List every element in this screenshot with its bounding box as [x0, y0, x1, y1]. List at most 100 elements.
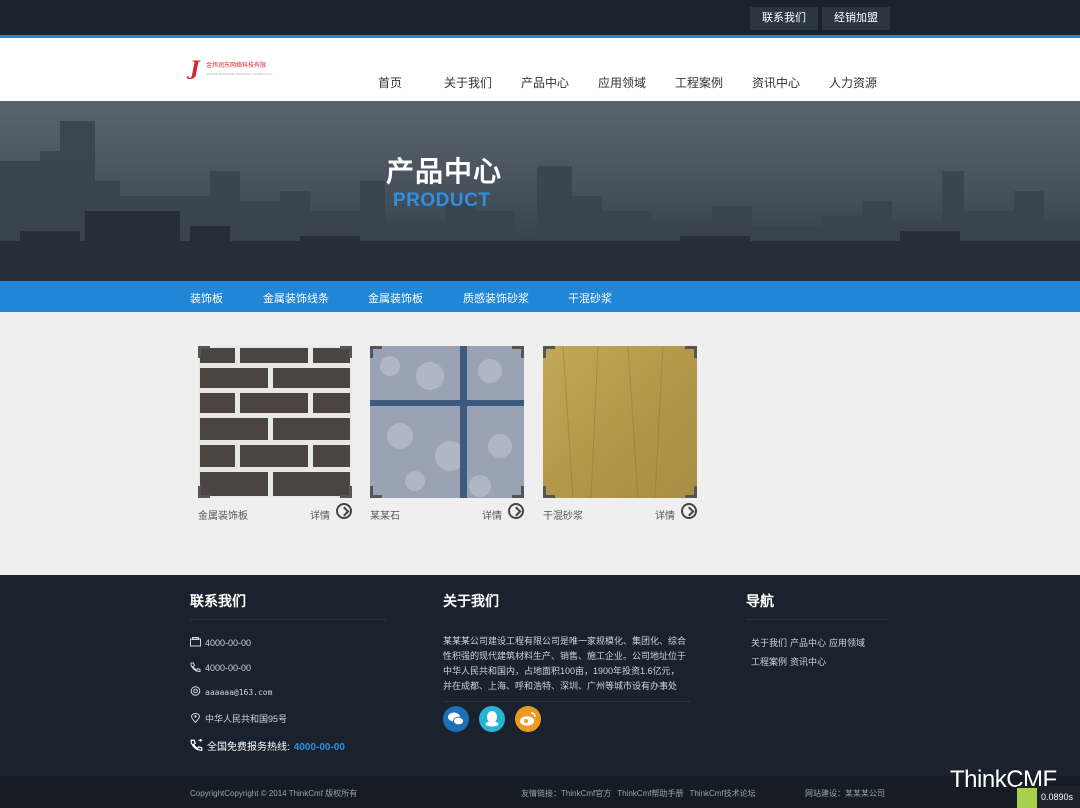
- location-pin-icon: [190, 713, 201, 723]
- weibo-icon: [520, 712, 536, 726]
- frame-corner: [685, 346, 697, 358]
- category-texture-mortar[interactable]: 质感装饰砂浆: [463, 290, 529, 306]
- qq-icon: [485, 711, 499, 727]
- nav-item-about[interactable]: 关于我们: [444, 74, 492, 91]
- contact-address: 中华人民共和国95号: [190, 712, 287, 725]
- contact-address-value: 中华人民共和国95号: [205, 714, 288, 724]
- nav-item-hr[interactable]: 人力资源: [829, 74, 877, 91]
- contact-us-button[interactable]: 联系我们: [750, 7, 818, 30]
- contact-hotline: 全国免费报务热线: 4000-00-00: [190, 738, 345, 753]
- divider: [746, 619, 889, 620]
- debug-timer-value: 0.0890s: [1041, 792, 1074, 802]
- phone-call-icon: [190, 739, 203, 751]
- site-header: J 金炜润东网络科技有限 JINGWEI RUNDONG NETWORK TEC…: [0, 38, 1080, 101]
- footer-nav-products[interactable]: 产品中心: [790, 636, 826, 649]
- copyright-text: CopyrightCopyright © 2014 ThinkCmf 版权所有: [190, 789, 358, 798]
- contact-fax: 4000-00-00: [190, 637, 251, 648]
- friend-links-label: 友情链接：: [521, 789, 561, 798]
- product-detail-link[interactable]: 详情: [482, 507, 502, 522]
- nav-item-home[interactable]: 首页: [378, 74, 402, 91]
- at-icon: [190, 686, 201, 696]
- dealer-join-button[interactable]: 经销加盟: [822, 7, 890, 30]
- product-list: 金属装饰板 详情 某某石 详情 干混砂浆 详情: [0, 312, 1080, 575]
- phone-icon: [190, 662, 201, 672]
- product-image[interactable]: [198, 346, 352, 498]
- product-detail-link[interactable]: 详情: [655, 507, 675, 522]
- footer-nav-news[interactable]: 资讯中心: [790, 655, 826, 668]
- divider: [443, 701, 690, 702]
- brick-texture-image: [198, 346, 352, 498]
- frame-corner: [340, 346, 352, 358]
- product-name[interactable]: 金属装饰板: [198, 507, 248, 522]
- fax-icon: [190, 637, 201, 647]
- link-thinkcmf-forum[interactable]: ThinkCmf技术论坛: [689, 789, 755, 798]
- frame-corner: [512, 346, 524, 358]
- footer-nav-applications[interactable]: 应用领域: [829, 636, 865, 649]
- category-decor-board[interactable]: 装饰板: [190, 290, 223, 306]
- logo-text-en: JINGWEI RUNDONG NETWORK TECHNOLOGY: [206, 72, 273, 76]
- page-banner: 产品中心 PRODUCT: [0, 101, 1080, 281]
- weibo-button[interactable]: [515, 706, 541, 732]
- product-card: 金属装饰板 详情: [198, 346, 352, 522]
- nav-item-applications[interactable]: 应用领域: [598, 74, 646, 91]
- footer-contact-title: 联系我们: [190, 593, 246, 609]
- site-builder-text: 网站建设：某某某公司: [805, 789, 885, 798]
- footer-nav-cases[interactable]: 工程案例: [751, 655, 787, 668]
- hotline-label: 全国免费报务热线:: [207, 742, 290, 753]
- chevron-right-icon[interactable]: [681, 503, 697, 519]
- contact-fax-value: 4000-00-00: [205, 638, 252, 648]
- contact-email: aaaaaa@163.com: [190, 686, 272, 697]
- nav-item-cases[interactable]: 工程案例: [675, 74, 723, 91]
- frame-corner: [198, 346, 210, 358]
- contact-phone-value: 4000-00-00: [205, 663, 252, 673]
- category-metal-trim[interactable]: 金属装饰线条: [263, 290, 329, 306]
- site-logo[interactable]: J 金炜润东网络科技有限 JINGWEI RUNDONG NETWORK TEC…: [190, 58, 273, 80]
- hotline-number: 4000-00-00: [293, 742, 345, 753]
- debug-logo-icon: [1017, 788, 1037, 808]
- product-detail-link[interactable]: 详情: [310, 507, 330, 522]
- logo-text-cn: 金炜润东网络科技有限: [206, 63, 267, 69]
- footer-about-title: 关于我们: [443, 593, 499, 609]
- friend-links: 友情链接：ThinkCmf官方 ThinkCmf帮助手册 ThinkCmf技术论坛: [521, 788, 762, 799]
- wechat-button[interactable]: [443, 706, 469, 732]
- product-card: 某某石 详情: [370, 346, 524, 522]
- category-bar: 装饰板 金属装饰线条 金属装饰板 质感装饰砂浆 干混砂浆: [0, 281, 1080, 312]
- category-dry-mortar[interactable]: 干混砂浆: [568, 290, 612, 306]
- link-thinkcmf-official[interactable]: ThinkCmf官方: [561, 789, 611, 798]
- product-name[interactable]: 某某石: [370, 507, 400, 522]
- frame-corner: [340, 486, 352, 498]
- nav-item-products[interactable]: 产品中心: [521, 74, 569, 91]
- frame-corner: [685, 486, 697, 498]
- chevron-right-icon[interactable]: [508, 503, 524, 519]
- product-image[interactable]: [543, 346, 697, 498]
- wechat-icon: [448, 712, 464, 726]
- link-thinkcmf-manual[interactable]: ThinkCmf帮助手册: [617, 789, 683, 798]
- debug-timer[interactable]: 0.0890s: [1017, 786, 1080, 808]
- frame-corner: [512, 486, 524, 498]
- chevron-right-icon[interactable]: [336, 503, 352, 519]
- frame-corner: [370, 486, 382, 498]
- frame-corner: [370, 346, 382, 358]
- banner-subtitle: PRODUCT: [393, 190, 491, 211]
- frame-corner: [543, 346, 555, 358]
- product-name[interactable]: 干混砂浆: [543, 507, 583, 522]
- frame-corner: [543, 486, 555, 498]
- footer-about-text: 某某某公司建设工程有限公司是唯一家规模化、集团化、综合性积强的现代建筑材料生产、…: [443, 636, 687, 691]
- contact-email-value[interactable]: aaaaaa@163.com: [205, 688, 272, 697]
- product-card: 干混砂浆 详情: [543, 346, 697, 522]
- city-skyline-image: [0, 101, 1080, 281]
- category-metal-board[interactable]: 金属装饰板: [368, 290, 423, 306]
- product-image[interactable]: [370, 346, 524, 498]
- contact-phone: 4000-00-00: [190, 662, 251, 673]
- stone-texture-image: [370, 346, 524, 498]
- bottom-bar: CopyrightCopyright © 2014 ThinkCmf 版权所有 …: [0, 776, 1080, 808]
- nav-item-news[interactable]: 资讯中心: [752, 74, 800, 91]
- top-bar: 联系我们 经销加盟: [0, 0, 1080, 35]
- footer-nav-title: 导航: [746, 593, 774, 609]
- frame-corner: [198, 486, 210, 498]
- divider: [190, 619, 386, 620]
- footer-nav-about[interactable]: 关于我们: [751, 636, 787, 649]
- banner-title: 产品中心: [386, 156, 503, 187]
- qq-button[interactable]: [479, 706, 505, 732]
- logo-mark-icon: J: [190, 56, 200, 80]
